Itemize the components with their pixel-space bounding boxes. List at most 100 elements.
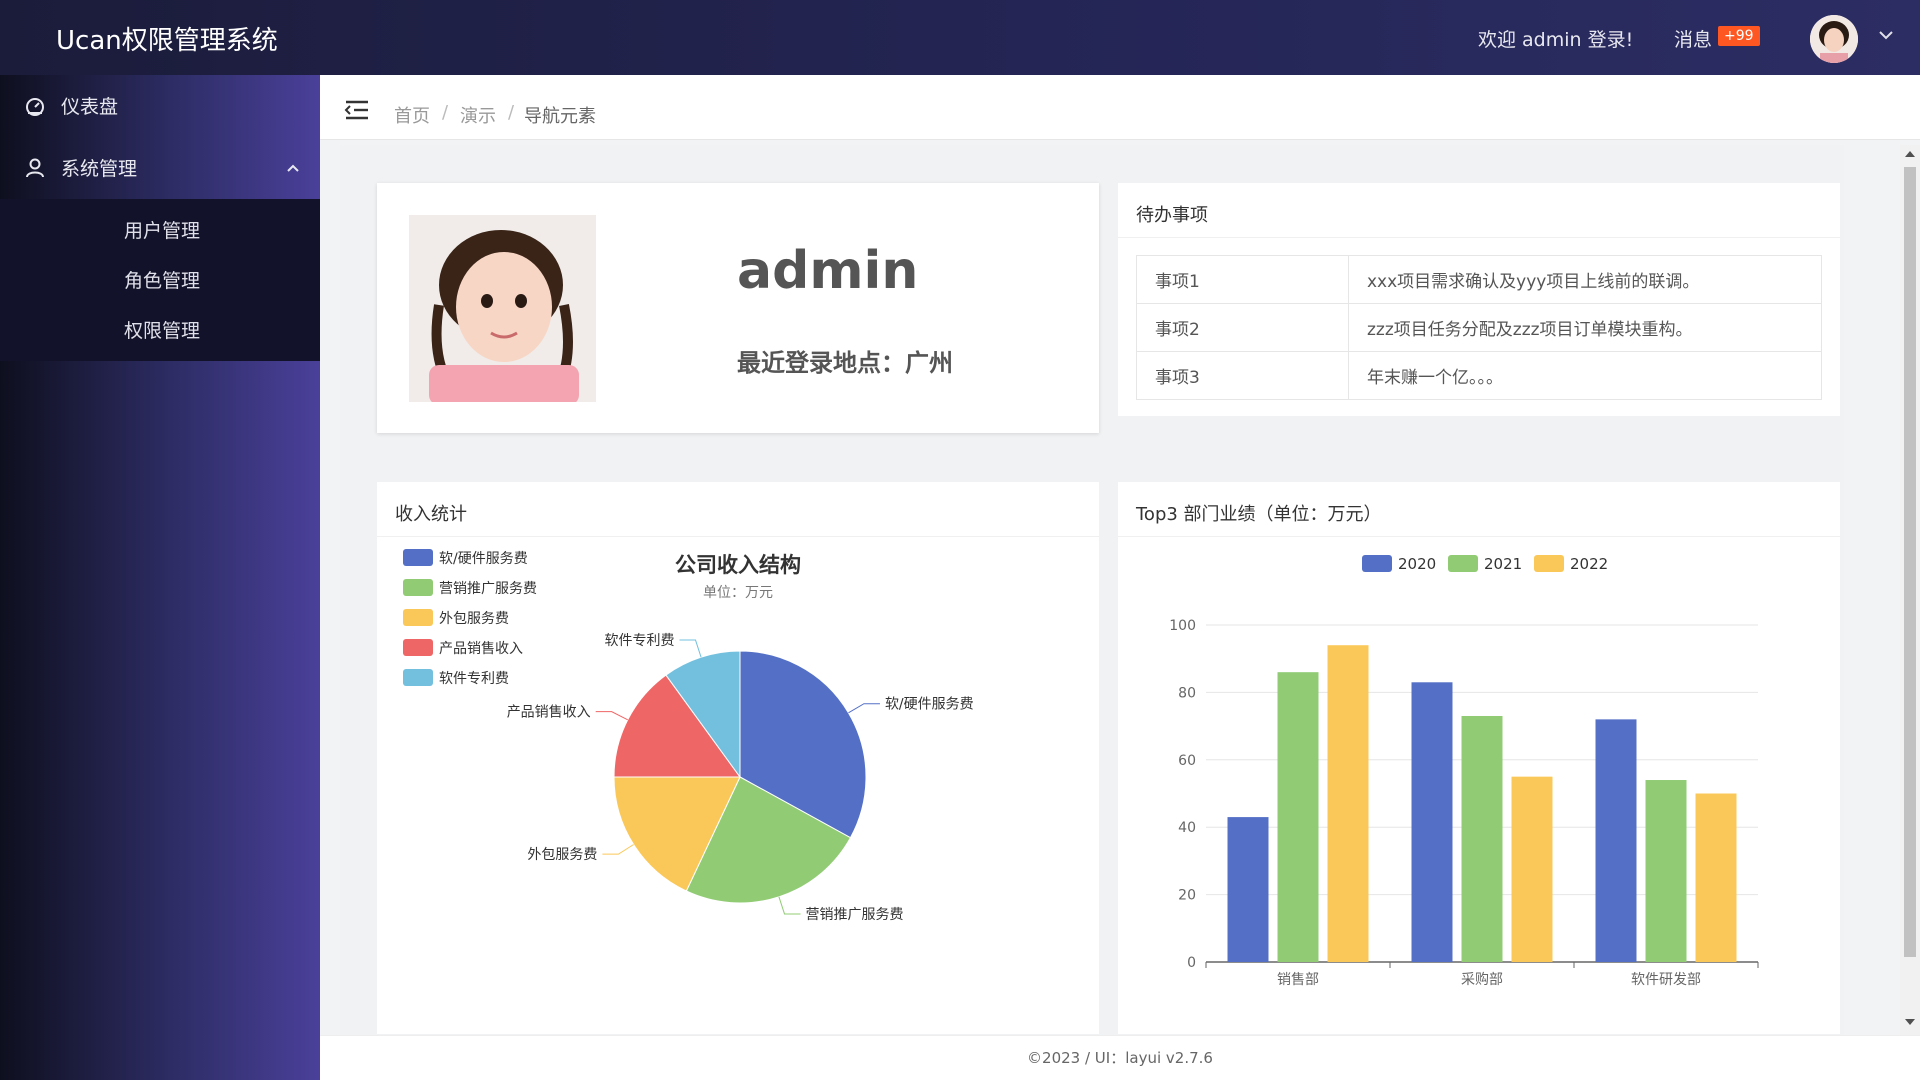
pie-label: 营销推广服务费 xyxy=(805,907,903,923)
sidebar-item-users[interactable]: 用户管理 xyxy=(124,216,200,243)
bar xyxy=(1227,817,1269,962)
dept-bar-chart: 2020 2021 2022 0 20 40 60 80 100 销售部 采购部 软件研发部 xyxy=(1169,555,1759,988)
income-title: 收入统计 xyxy=(395,504,467,525)
breadcrumb-demo[interactable]: 演示 xyxy=(460,102,496,128)
sidebar: 仪表盘 系统管理 用户管理 角色管理 权限管理 xyxy=(0,75,320,1080)
legend-swatch xyxy=(403,579,433,596)
todo-title: 待办事项 xyxy=(1136,205,1208,226)
sidebar-submenu: 用户管理 角色管理 权限管理 xyxy=(0,199,320,361)
pie-label: 外包服务费 xyxy=(527,847,597,863)
dept-title: Top3 部门业绩（单位：万元） xyxy=(1136,504,1382,525)
legend-label: 2022 xyxy=(1570,555,1608,573)
dashboard-icon xyxy=(26,98,44,116)
dept-card: Top3 部门业绩（单位：万元） 2020 2021 2022 0 20 40 60 80 10… xyxy=(1118,482,1840,1034)
pie-label: 软件专利费 xyxy=(605,633,675,649)
welcome-text: 欢迎 admin 登录! xyxy=(1478,29,1634,51)
table-row: 事项3 年末赚一个亿。。。 xyxy=(1136,351,1822,400)
pie-leader-line xyxy=(778,896,801,915)
breadcrumb-current: 导航元素 xyxy=(524,106,596,127)
message-count-badge: +99 xyxy=(1718,26,1760,46)
legend-swatch xyxy=(403,609,433,626)
legend-label: 营销推广服务费 xyxy=(439,581,537,597)
legend-swatch xyxy=(1448,555,1478,572)
messages-link[interactable]: 消息 xyxy=(1674,25,1712,52)
scroll-up-arrow-icon[interactable] xyxy=(1905,151,1915,157)
x-tick-label: 采购部 xyxy=(1461,972,1503,988)
sidebar-item-system[interactable]: 系统管理 xyxy=(0,137,320,199)
chevron-down-icon[interactable] xyxy=(1876,25,1896,45)
user-avatar[interactable] xyxy=(1810,15,1858,63)
table-row: 事项1 xxx项目需求确认及yyy项目上线前的联调。 xyxy=(1136,255,1822,304)
legend-label: 2021 xyxy=(1484,555,1522,573)
legend-swatch xyxy=(1534,555,1564,572)
scroll-thumb[interactable] xyxy=(1904,167,1916,957)
top-header: Ucan权限管理系统 欢迎 admin 登录! 消息 +99 xyxy=(0,0,1920,75)
income-card: 收入统计 公司收入结构 单位：万元 软/硬件服务费 营销推广服务费 外包服务费 产品销售收… xyxy=(377,482,1099,1034)
scrollbar[interactable] xyxy=(1900,145,1920,1035)
bar xyxy=(1411,682,1453,962)
sidebar-item-roles[interactable]: 角色管理 xyxy=(124,266,200,293)
y-tick-label: 0 xyxy=(1187,955,1196,971)
todo-key: 事项2 xyxy=(1136,303,1349,352)
todo-key: 事项3 xyxy=(1136,351,1349,400)
legend-swatch xyxy=(403,639,433,656)
pie-leader-line xyxy=(595,711,628,721)
legend-label: 外包服务费 xyxy=(439,611,509,627)
y-tick-label: 60 xyxy=(1178,753,1196,769)
profile-card: admin 最近登录地点：广州 xyxy=(377,183,1099,433)
pie-leader-line xyxy=(848,703,880,714)
user-icon xyxy=(26,158,44,178)
legend-swatch xyxy=(1362,555,1392,572)
pie-title: 公司收入结构 xyxy=(675,553,801,577)
y-tick-label: 100 xyxy=(1169,618,1196,634)
y-tick-label: 20 xyxy=(1178,888,1196,904)
app-logo[interactable]: Ucan权限管理系统 xyxy=(56,20,278,57)
x-tick-label: 软件研发部 xyxy=(1631,972,1701,988)
sidebar-item-label: 系统管理 xyxy=(61,158,138,180)
pie-leader-line xyxy=(679,639,702,658)
bar xyxy=(1695,793,1737,962)
sidebar-item-label: 仪表盘 xyxy=(61,96,119,118)
legend-swatch xyxy=(403,549,433,566)
todo-table: 事项1 xxx项目需求确认及yyy项目上线前的联调。 事项2 zzz项目任务分配… xyxy=(1136,255,1822,400)
legend-swatch xyxy=(403,669,433,686)
profile-name: admin xyxy=(737,241,919,301)
scroll-down-arrow-icon[interactable] xyxy=(1905,1019,1915,1025)
pie-leader-line xyxy=(602,844,634,855)
legend-label: 软件专利费 xyxy=(439,671,509,687)
menu-fold-icon[interactable] xyxy=(344,99,370,121)
footer: ©2023 / UI：layui v2.7.6 xyxy=(320,1035,1920,1080)
legend-label: 软/硬件服务费 xyxy=(439,551,528,567)
divider xyxy=(1118,237,1840,238)
bar xyxy=(1595,719,1637,962)
profile-photo xyxy=(409,215,596,402)
bar xyxy=(1461,715,1503,962)
breadcrumb-bar: 首页 / 演示 / 导航元素 xyxy=(320,75,1920,140)
breadcrumb-separator: / xyxy=(442,102,449,123)
todo-value: xxx项目需求确认及yyy项目上线前的联调。 xyxy=(1348,255,1822,304)
y-tick-label: 80 xyxy=(1178,685,1196,701)
breadcrumb-separator: / xyxy=(508,102,515,123)
todo-value: zzz项目任务分配及zzz项目订单模块重构。 xyxy=(1348,303,1822,352)
table-row: 事项2 zzz项目任务分配及zzz项目订单模块重构。 xyxy=(1136,303,1822,352)
chevron-up-icon xyxy=(287,164,299,172)
pie-label: 产品销售收入 xyxy=(507,705,591,721)
bar xyxy=(1511,776,1553,962)
todo-key: 事项1 xyxy=(1136,255,1349,304)
legend-label: 2020 xyxy=(1398,555,1436,573)
bar xyxy=(1277,672,1319,962)
pie-label: 软/硬件服务费 xyxy=(885,697,974,713)
sidebar-item-dashboard[interactable]: 仪表盘 xyxy=(0,75,320,137)
legend-label: 产品销售收入 xyxy=(439,641,523,657)
todo-value: 年末赚一个亿。。。 xyxy=(1348,351,1822,400)
pie-subtitle: 单位：万元 xyxy=(703,585,773,601)
sidebar-item-permissions[interactable]: 权限管理 xyxy=(124,316,200,343)
bar xyxy=(1645,780,1687,962)
last-login-location: 最近登录地点：广州 xyxy=(737,349,953,377)
breadcrumb-home[interactable]: 首页 xyxy=(394,102,430,128)
y-tick-label: 40 xyxy=(1178,820,1196,836)
x-tick-label: 销售部 xyxy=(1277,972,1319,988)
income-pie-chart: 公司收入结构单位：万元软/硬件服务费营销推广服务费外包服务费产品销售收入软件专利… xyxy=(403,549,974,923)
bar xyxy=(1327,645,1369,962)
todo-card: 待办事项 事项1 xxx项目需求确认及yyy项目上线前的联调。 事项2 zzz项… xyxy=(1118,183,1840,416)
